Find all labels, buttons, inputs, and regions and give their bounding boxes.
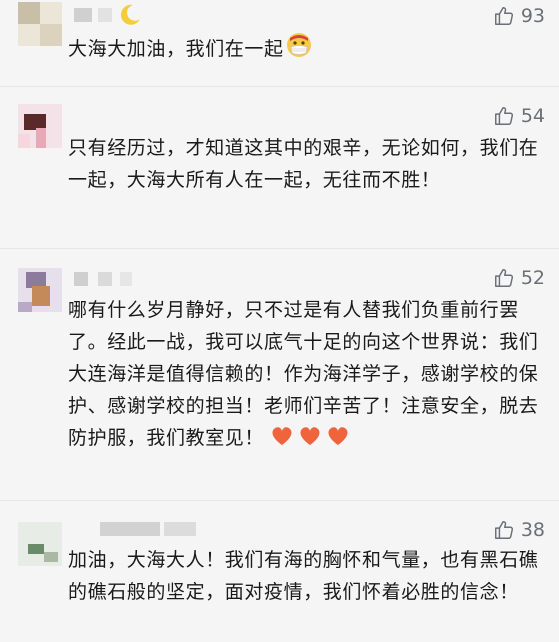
- like-count: 93: [520, 5, 545, 27]
- comment-text: 只有经历过，才知道这其中的艰辛，无论如何，我们在一起，大海大所有人在一起，无往而…: [68, 137, 539, 191]
- comment-text: 大海大加油，我们在一起: [68, 32, 548, 65]
- like-count: 52: [520, 267, 545, 289]
- avatar[interactable]: [18, 268, 62, 312]
- comment-text: 哪有什么岁月静好，只不过是有人替我们负重前行罢了。经此一战，我可以底气十足的向这…: [68, 299, 539, 449]
- heart-emoji: [272, 427, 348, 445]
- moon-icon: [120, 4, 140, 25]
- comment-text: 加油，大海大人！我们有海的胸怀和气量，也有黑石礁的礁石般的坚定，面对疫情，我们怀…: [68, 549, 539, 603]
- like-button[interactable]: 38: [493, 516, 545, 544]
- avatar[interactable]: [18, 2, 62, 46]
- like-button[interactable]: 93: [493, 2, 545, 30]
- thumbs-up-icon: [494, 107, 513, 125]
- divider: [0, 86, 559, 87]
- like-button[interactable]: 52: [493, 264, 545, 292]
- like-count: 38: [520, 519, 545, 541]
- thumbs-up-icon: [494, 521, 513, 539]
- avatar[interactable]: [18, 522, 62, 566]
- avatar[interactable]: [18, 104, 62, 148]
- divider: [0, 500, 559, 501]
- divider: [0, 248, 559, 249]
- thumbs-up-icon: [494, 7, 513, 25]
- like-button[interactable]: 54: [493, 102, 545, 130]
- like-count: 54: [520, 105, 545, 127]
- thumbs-up-icon: [494, 269, 513, 287]
- mask-face-emoji: [286, 33, 311, 57]
